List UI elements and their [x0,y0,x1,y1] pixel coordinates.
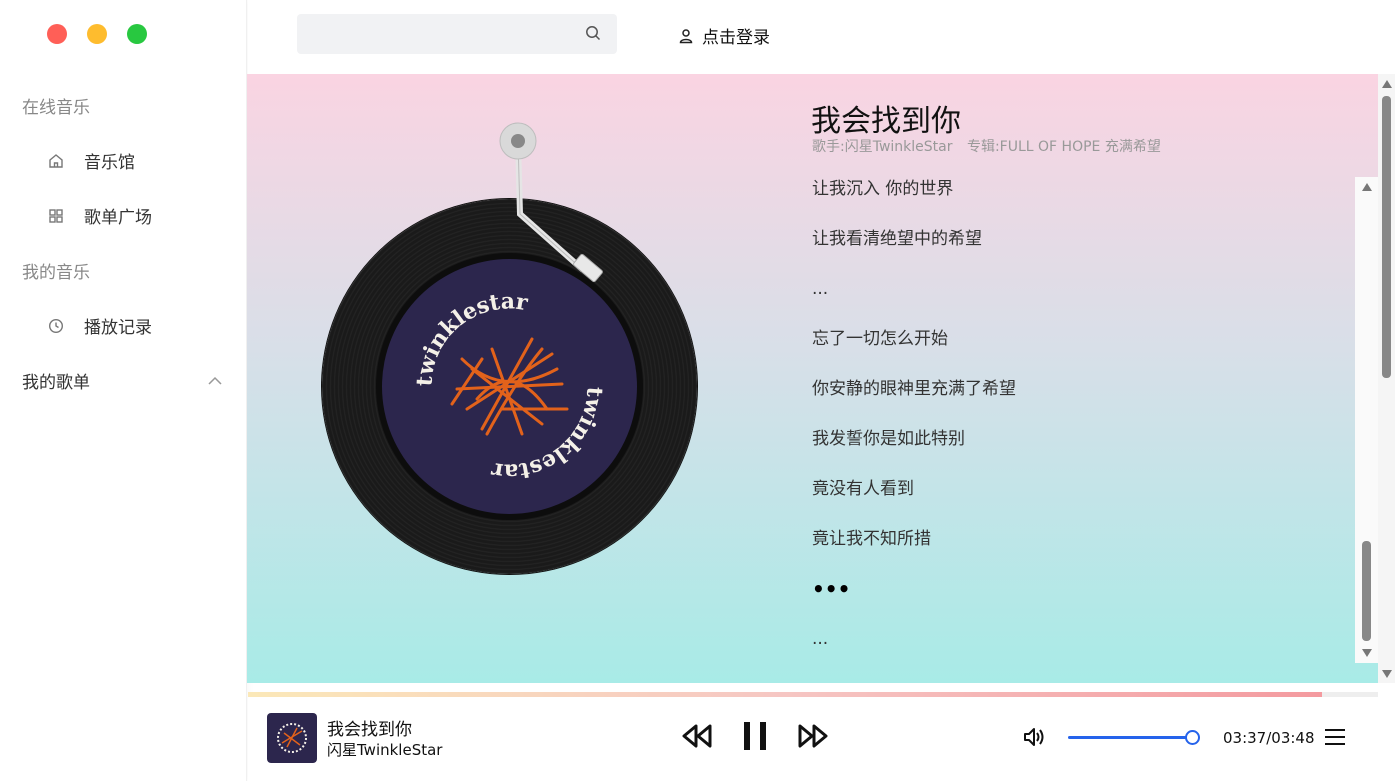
my-playlists-label: 我的歌单 [22,373,90,393]
scroll-down-arrow-icon[interactable] [1362,649,1372,657]
next-button[interactable] [796,723,830,749]
lyric-line-current: ••• [812,577,851,601]
playback-time: 03:37/03:48 [1223,729,1315,747]
sidebar-item-playlist-square[interactable]: 歌单广场 [47,203,152,228]
lyric-line: 我发誓你是如此特别 [812,429,965,449]
scroll-up-arrow-icon[interactable] [1382,80,1392,88]
player-bar: 我会找到你 闪星TwinkleStar 03:37/03:48 [248,697,1395,781]
maximize-window-button[interactable] [127,24,147,44]
fast-forward-icon [798,724,828,748]
login-label: 点击登录 [702,28,770,48]
artist-label[interactable]: 歌手:闪星TwinkleStar [812,139,953,155]
scroll-up-arrow-icon[interactable] [1362,183,1372,191]
sidebar-item-label: 歌单广场 [84,208,152,228]
vinyl-record: twinklestar twinklestar [322,122,697,574]
playlist-menu-icon[interactable] [1324,728,1346,750]
sidebar-item-label: 音乐馆 [84,153,135,173]
song-meta: 歌手:闪星TwinkleStar 专辑:FULL OF HOPE 充满希望 [812,136,1171,156]
pause-button[interactable] [742,721,768,751]
lyric-line: 让我看清绝望中的希望 [812,229,982,249]
song-title: 我会找到你 [811,104,961,139]
player-artist[interactable]: 闪星TwinkleStar [327,739,442,760]
clock-icon [47,317,65,335]
volume-slider-handle[interactable] [1185,730,1200,745]
previous-button[interactable] [680,723,714,749]
login-button[interactable]: 点击登录 [678,23,770,48]
home-icon [47,152,65,170]
lyric-line: ... [812,629,829,649]
lyric-line: 竟没有人看到 [812,479,914,499]
search-input[interactable] [297,14,567,54]
lyric-line: ... [812,279,829,299]
search-box [297,14,617,54]
lyric-line: 你安静的眼神里充满了希望 [812,379,1016,399]
minimize-window-button[interactable] [87,24,107,44]
lyric-line: 让我沉入 你的世界 [812,179,954,199]
rewind-icon [682,724,712,748]
lyrics-scroll-thumb[interactable] [1362,541,1371,641]
user-icon [678,28,694,44]
player-song-title: 我会找到你 [327,720,412,740]
close-window-button[interactable] [47,24,67,44]
lyrics-list[interactable]: 让我沉入 你的世界 让我看清绝望中的希望 ... 忘了一切怎么开始 你安静的眼神… [812,177,1352,663]
sidebar: 在线音乐 音乐馆 歌单广场 我的音乐 播放记录 我的歌单 [0,0,247,781]
sidebar-item-history[interactable]: 播放记录 [47,313,152,338]
chevron-up-icon [208,371,222,391]
lyrics-scrollbar[interactable] [1355,177,1378,663]
sidebar-item-music-hall[interactable]: 音乐馆 [47,148,135,173]
main-scrollbar[interactable] [1378,74,1395,683]
header: 点击登录 [248,0,1395,74]
pause-icon [744,722,766,750]
section-title-mine: 我的音乐 [22,263,90,283]
main-scroll-thumb[interactable] [1382,96,1391,378]
player-cover[interactable] [267,713,317,763]
my-playlists-toggle[interactable]: 我的歌单 [22,368,222,393]
album-label[interactable]: 专辑:FULL OF HOPE 充满希望 [967,139,1161,155]
volume-icon[interactable] [1022,726,1046,752]
tonearm-arm [499,122,603,283]
sidebar-item-label: 播放记录 [84,318,152,338]
playback-controls [680,721,830,751]
volume-slider-track[interactable] [1068,736,1193,739]
section-title-online: 在线音乐 [22,98,90,118]
grid-icon [47,207,65,225]
scroll-down-arrow-icon[interactable] [1382,670,1392,678]
now-playing-panel: twinklestar twinklestar 我会找到你 歌手:闪星Twink… [247,74,1378,683]
lyric-line: 忘了一切怎么开始 [812,329,948,349]
lyric-line: 竟让我不知所措 [812,529,931,549]
search-icon[interactable] [585,25,601,45]
window-controls [47,24,147,44]
